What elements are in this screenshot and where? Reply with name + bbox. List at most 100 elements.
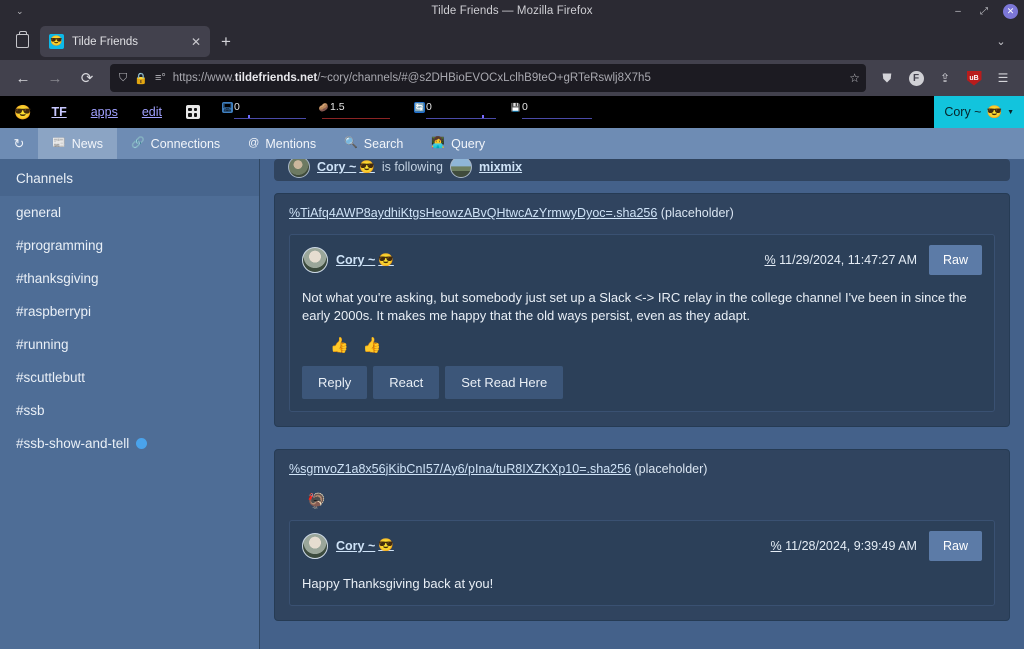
message-timestamp: % 11/29/2024, 11:47:27 AM bbox=[764, 253, 917, 267]
tab-connections[interactable]: 🔗 Connections bbox=[117, 128, 234, 159]
channels-sidebar: Channels general #programming #thanksgiv… bbox=[0, 159, 260, 649]
forward-button[interactable]: → bbox=[40, 64, 70, 92]
sidebar-item-label: #ssb bbox=[16, 403, 45, 418]
navigation-toolbar: ← → ⟳ ⛉ 🔒 ≡° https://www.tildefriends.ne… bbox=[0, 60, 1024, 96]
storage-sparkline bbox=[521, 110, 592, 119]
tab-favicon-icon: 😎 bbox=[49, 34, 64, 49]
firefox-window: ⌄ Tilde Friends — Mozilla Firefox – ⤢ ✕ … bbox=[0, 0, 1024, 649]
feed-post: %sgmvoZ1a8x56jKibCnI57/Ay6/pIna/tuR8IXZK… bbox=[274, 448, 1010, 622]
message-reactions: 👍 👍 bbox=[302, 326, 982, 358]
raw-button[interactable]: Raw bbox=[928, 245, 982, 275]
reader-mode-icon[interactable]: ≡° bbox=[155, 72, 166, 84]
sidebar-item-scuttlebutt[interactable]: #scuttlebutt bbox=[0, 361, 259, 394]
post-id: %sgmvoZ1a8x56jKibCnI57/Ay6/pIna/tuR8IXZK… bbox=[289, 462, 995, 476]
avatar bbox=[302, 247, 328, 273]
user-menu-button[interactable]: Cory ~ 😎 ▼ bbox=[934, 96, 1024, 128]
raw-button[interactable]: Raw bbox=[928, 530, 982, 561]
sidebar-item-label: #programming bbox=[16, 238, 104, 253]
maximize-button[interactable]: ⤢ bbox=[977, 4, 991, 18]
ublock-origin-icon[interactable]: uB bbox=[961, 65, 987, 91]
permalink-icon[interactable]: % bbox=[771, 539, 782, 553]
sidebar-item-general[interactable]: general bbox=[0, 196, 259, 229]
tab-list-chevron-icon[interactable]: ⌄ bbox=[986, 26, 1016, 56]
extensions-icon[interactable]: ⇪ bbox=[932, 65, 958, 91]
message-body: Not what you're asking, but somebody jus… bbox=[302, 290, 967, 324]
follow-target-link[interactable]: mixmix bbox=[479, 160, 522, 174]
sidebar-item-ssb-show-and-tell[interactable]: #ssb-show-and-tell bbox=[0, 427, 259, 460]
post-id-link[interactable]: %sgmvoZ1a8x56jKibCnI57/Ay6/pIna/tuR8IXZK… bbox=[289, 462, 631, 476]
url-bar[interactable]: ⛉ 🔒 ≡° https://www.tildefriends.net/~cor… bbox=[110, 64, 866, 92]
sidebar-item-label: #scuttlebutt bbox=[16, 370, 86, 385]
close-button[interactable]: ✕ bbox=[1003, 3, 1018, 19]
toolbar-right-icons: ⛊ F ⇪ uB ☰ bbox=[874, 65, 1016, 91]
tab-search[interactable]: 🔍 Search bbox=[330, 128, 417, 159]
news-feed[interactable]: Cory ~ 😎 is following mixmix %TiAfq4AWP8a… bbox=[260, 159, 1024, 649]
browser-tab-tilde-friends[interactable]: 😎 Tilde Friends ✕ bbox=[40, 26, 210, 57]
site-lock-icon[interactable]: 🔒 bbox=[134, 72, 148, 85]
feed-item-follow[interactable]: Cory ~ 😎 is following mixmix bbox=[274, 159, 1010, 181]
bookmark-star-icon[interactable]: ☆ bbox=[849, 71, 860, 85]
tab-news[interactable]: 📰 News bbox=[38, 128, 117, 159]
save-to-pocket-icon[interactable]: ⛊ bbox=[874, 65, 900, 91]
reaction-thumbs-up-icon[interactable]: 👍 bbox=[330, 336, 349, 354]
tf-home-link[interactable]: TF bbox=[51, 105, 66, 119]
reaction-thumbs-up-icon[interactable]: 👍 bbox=[363, 336, 382, 354]
follow-author-link[interactable]: Cory ~ 😎 bbox=[317, 160, 375, 175]
feed-post: %TiAfq4AWP8aydhiKtgsHeowzABvQHtwcAzYrmwy… bbox=[274, 193, 1010, 427]
sidebar-item-label: general bbox=[16, 205, 62, 220]
author-emoji-icon: 😎 bbox=[359, 159, 375, 174]
permalink-icon[interactable]: % bbox=[765, 253, 776, 267]
tracking-protection-shield-icon[interactable]: ⛉ bbox=[119, 72, 127, 85]
unread-dot-icon bbox=[136, 438, 148, 449]
window-title: Tilde Friends — Mozilla Firefox bbox=[431, 5, 593, 17]
avatar bbox=[302, 532, 328, 559]
cpu-sparkline bbox=[321, 110, 390, 119]
channels-heading: Channels bbox=[0, 159, 259, 196]
tab-mentions[interactable]: @ Mentions bbox=[234, 128, 330, 159]
tab-close-icon[interactable]: ✕ bbox=[188, 35, 204, 49]
page-body: Channels general #programming #thanksgiv… bbox=[0, 159, 1024, 649]
window-controls: – ⤢ ✕ bbox=[951, 0, 1018, 22]
tab-query[interactable]: 👩‍💻 Query bbox=[417, 128, 499, 159]
app-menu-icon[interactable]: ☰ bbox=[990, 65, 1016, 91]
edit-link[interactable]: edit bbox=[142, 105, 162, 119]
apps-link[interactable]: apps bbox=[91, 105, 118, 119]
set-read-here-button[interactable]: Set Read Here bbox=[445, 365, 564, 399]
user-name: Cory ~ bbox=[944, 105, 982, 119]
follow-action-text: is following bbox=[381, 160, 443, 174]
memory-stat: 🖥 0 bbox=[221, 101, 306, 123]
minimize-button[interactable]: – bbox=[951, 4, 965, 18]
tf-avatar-emoji-icon[interactable]: 😎 bbox=[14, 105, 31, 119]
post-placeholder-label: (placeholder) bbox=[660, 206, 734, 220]
firefox-account-icon[interactable]: F bbox=[903, 65, 929, 91]
titlebar-chevron-icon[interactable]: ⌄ bbox=[16, 0, 24, 22]
sidebar-item-label: #running bbox=[16, 337, 69, 352]
sidebar-item-thanksgiving[interactable]: #thanksgiving bbox=[0, 262, 259, 295]
new-tab-button[interactable]: + bbox=[212, 28, 240, 56]
memory-icon: 🖥 bbox=[221, 102, 233, 113]
react-button[interactable]: React bbox=[373, 365, 440, 399]
sidebar-item-raspberrypi[interactable]: #raspberrypi bbox=[0, 295, 259, 328]
web-page: 😎 TF apps edit 🖥 0 🥔 1.5 🔄 0 💾 0 Cory ~ … bbox=[0, 96, 1024, 649]
sidebar-item-programming[interactable]: #programming bbox=[0, 229, 259, 262]
firefox-view-icon[interactable] bbox=[6, 26, 38, 56]
post-id-link[interactable]: %TiAfq4AWP8aydhiKtgsHeowzABvQHtwcAzYrmwy… bbox=[289, 206, 657, 220]
tab-mentions-label: Mentions bbox=[265, 136, 317, 151]
sidebar-item-running[interactable]: #running bbox=[0, 328, 259, 361]
cpu-stat: 🥔 1.5 bbox=[318, 101, 402, 123]
back-button[interactable]: ← bbox=[8, 64, 38, 92]
tf-app-bar: 😎 TF apps edit 🖥 0 🥔 1.5 🔄 0 💾 0 Cory ~ … bbox=[0, 96, 1024, 128]
section-tabs: ↻ 📰 News 🔗 Connections @ Mentions 🔍 Sear… bbox=[0, 128, 1024, 159]
tab-query-label: Query bbox=[451, 136, 486, 151]
tab-connections-label: Connections bbox=[150, 136, 221, 151]
message-author-link[interactable]: Cory ~ 😎 bbox=[336, 538, 394, 553]
reply-button[interactable]: Reply bbox=[302, 365, 368, 399]
grid-icon[interactable] bbox=[185, 105, 200, 119]
sidebar-item-ssb[interactable]: #ssb bbox=[0, 394, 259, 427]
message-author-link[interactable]: Cory ~ 😎 bbox=[336, 253, 394, 268]
reload-button[interactable]: ⟳ bbox=[72, 64, 102, 92]
query-icon: 👩‍💻 bbox=[431, 137, 446, 149]
refresh-icon[interactable]: ↻ bbox=[0, 128, 38, 159]
author-emoji-icon: 😎 bbox=[378, 538, 394, 553]
url-prefix: https://www. bbox=[172, 72, 235, 84]
